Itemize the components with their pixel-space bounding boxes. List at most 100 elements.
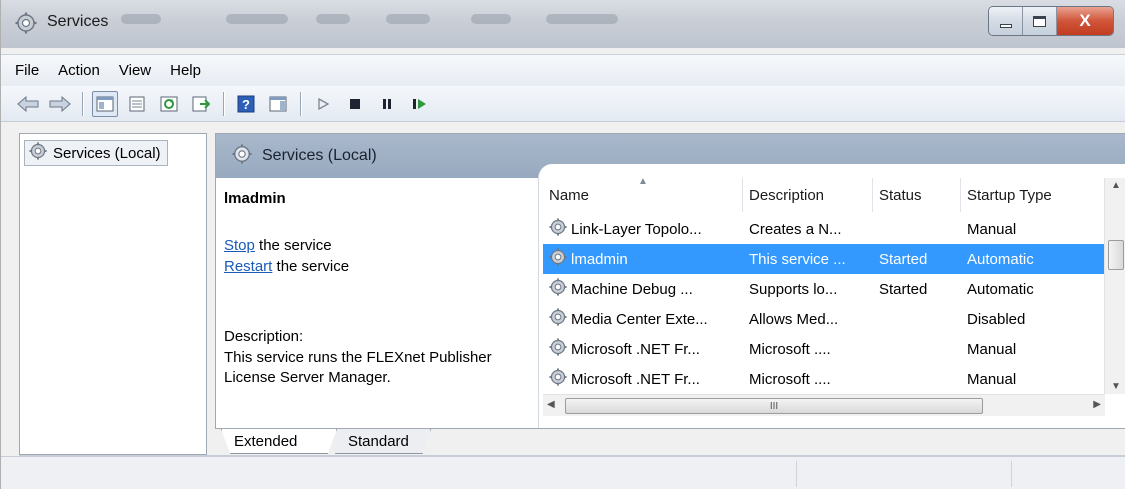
scroll-right-icon[interactable]: ▶ (1093, 399, 1101, 410)
sort-ascending-icon: ▲ (638, 176, 648, 187)
toolbar: ? (1, 86, 1125, 122)
service-details-panel: lmadmin Stop the service Restart the ser… (216, 178, 538, 428)
service-row[interactable]: Microsoft .NET Fr... Microsoft .... Manual (543, 334, 1105, 364)
title-bar[interactable]: Services X (1, 0, 1125, 48)
window-title: Services (47, 13, 109, 30)
blurred-glass-text (471, 14, 511, 24)
column-header-startup-type[interactable]: Startup Type (961, 178, 1105, 212)
tab-standard[interactable]: Standard (327, 429, 431, 454)
scroll-down-icon[interactable]: ▼ (1111, 381, 1121, 392)
horizontal-scrollbar[interactable]: ◀ III ▶ (543, 394, 1105, 416)
forward-arrow-icon (49, 95, 71, 112)
service-description-cell: Microsoft .... (749, 340, 831, 358)
back-arrow-icon (17, 95, 39, 112)
vertical-scroll-thumb[interactable] (1108, 240, 1124, 270)
maximize-icon (1033, 15, 1046, 27)
service-status-cell (873, 364, 961, 394)
back-button[interactable] (15, 91, 41, 117)
scroll-up-icon[interactable]: ▲ (1111, 180, 1121, 191)
status-separator (1011, 461, 1012, 487)
resume-icon (413, 98, 426, 109)
maximize-button[interactable] (1023, 7, 1057, 35)
resume-service-button[interactable] (406, 91, 432, 117)
service-row[interactable]: lmadmin This service ... Started Automatic (543, 244, 1105, 274)
column-header-name[interactable]: ▲ Name (543, 176, 743, 212)
console-tree: Services (Local) (19, 133, 207, 455)
show-action-pane-button[interactable] (265, 91, 291, 117)
blurred-glass-text (121, 14, 161, 24)
service-row[interactable]: Machine Debug ... Supports lo... Started Au… (543, 274, 1105, 304)
action-suffix: the service (254, 237, 332, 254)
services-window: Services X File Action View Help ? Servi… (0, 0, 1125, 489)
tree-item-services-local[interactable]: Services (Local) (24, 140, 168, 166)
blurred-glass-text (386, 14, 430, 24)
status-bar (1, 456, 1125, 489)
toolbar-separator (300, 91, 301, 116)
service-startup-type-cell: Manual (967, 220, 1017, 238)
services-list: ▲ Name Description Status Startup Type L… (538, 164, 1125, 428)
restart-service-link[interactable]: Restart (224, 258, 272, 275)
play-icon (318, 97, 330, 110)
service-name-cell: Media Center Exte... (543, 304, 743, 334)
pause-service-button[interactable] (374, 91, 400, 117)
service-startup-type-cell: Disabled (967, 310, 1026, 328)
service-row[interactable]: Media Center Exte... Allows Med... Disable… (543, 304, 1105, 334)
service-description-cell: Allows Med... (749, 310, 839, 328)
service-name-cell: Microsoft .NET Fr... (543, 334, 743, 364)
service-startup-type-cell: Automatic (967, 280, 1034, 298)
toolbar-separator (82, 91, 83, 116)
refresh-icon (160, 96, 178, 111)
menu-file[interactable]: File (15, 62, 39, 79)
close-button[interactable]: X (1057, 7, 1113, 35)
restart-action: Restart the service (224, 258, 349, 275)
forward-button[interactable] (47, 91, 73, 117)
column-header-status[interactable]: Status (873, 178, 961, 212)
stop-service-link[interactable]: Stop (224, 237, 255, 254)
horizontal-scroll-thumb[interactable]: III (565, 398, 983, 414)
refresh-button[interactable] (156, 91, 182, 117)
minimize-icon (999, 24, 1012, 28)
service-startup-type-cell: Automatic (967, 250, 1034, 268)
menu-help[interactable]: Help (170, 62, 201, 79)
selected-service-name: lmadmin (224, 190, 286, 207)
show-hide-console-tree-button[interactable] (92, 90, 118, 117)
service-name-cell: Link-Layer Topolo... (543, 214, 743, 244)
view-tabs: Standard Extended (215, 429, 1125, 455)
service-gear-icon (549, 278, 567, 300)
help-button[interactable]: ? (233, 91, 259, 117)
service-row[interactable]: Microsoft .NET Fr... Microsoft .... Manual (543, 364, 1105, 394)
service-startup-type-cell: Manual (967, 370, 1017, 388)
services-gear-icon (29, 142, 47, 164)
properties-button[interactable] (124, 91, 150, 117)
service-gear-icon (549, 308, 567, 330)
services-gear-icon (232, 144, 252, 168)
vertical-scrollbar[interactable]: ▲ ▼ (1104, 178, 1125, 394)
action-pane-icon (269, 96, 287, 111)
service-status-cell: Started (879, 280, 928, 298)
service-name-cell: Machine Debug ... (543, 274, 743, 304)
scroll-left-icon[interactable]: ◀ (547, 399, 555, 410)
caption-buttons: X (988, 6, 1114, 36)
blurred-glass-text (316, 14, 350, 24)
start-service-button[interactable] (310, 91, 336, 117)
menu-action[interactable]: Action (58, 62, 100, 79)
service-row[interactable]: Link-Layer Topolo... Creates a N... Manual (543, 214, 1105, 244)
pause-icon (383, 98, 391, 109)
help-icon: ? (237, 95, 255, 112)
stop-icon (350, 98, 360, 109)
description-label: Description: (224, 328, 304, 345)
properties-icon (129, 96, 145, 111)
minimize-button[interactable] (989, 7, 1023, 35)
tab-extended[interactable]: Extended (221, 429, 337, 454)
service-status-cell (873, 304, 961, 334)
export-list-button[interactable] (188, 91, 214, 117)
menu-view[interactable]: View (119, 62, 151, 79)
description-text: This service runs the FLEXnet Publisher … (224, 349, 492, 386)
service-gear-icon (549, 368, 567, 390)
stop-service-button[interactable] (342, 91, 368, 117)
service-gear-icon (549, 338, 567, 360)
column-header-description[interactable]: Description (743, 178, 873, 212)
blurred-glass-text (546, 14, 618, 24)
services-content-pane: Services (Local) lmadmin Stop the servic… (215, 133, 1125, 429)
service-status-cell: Started (879, 250, 928, 268)
